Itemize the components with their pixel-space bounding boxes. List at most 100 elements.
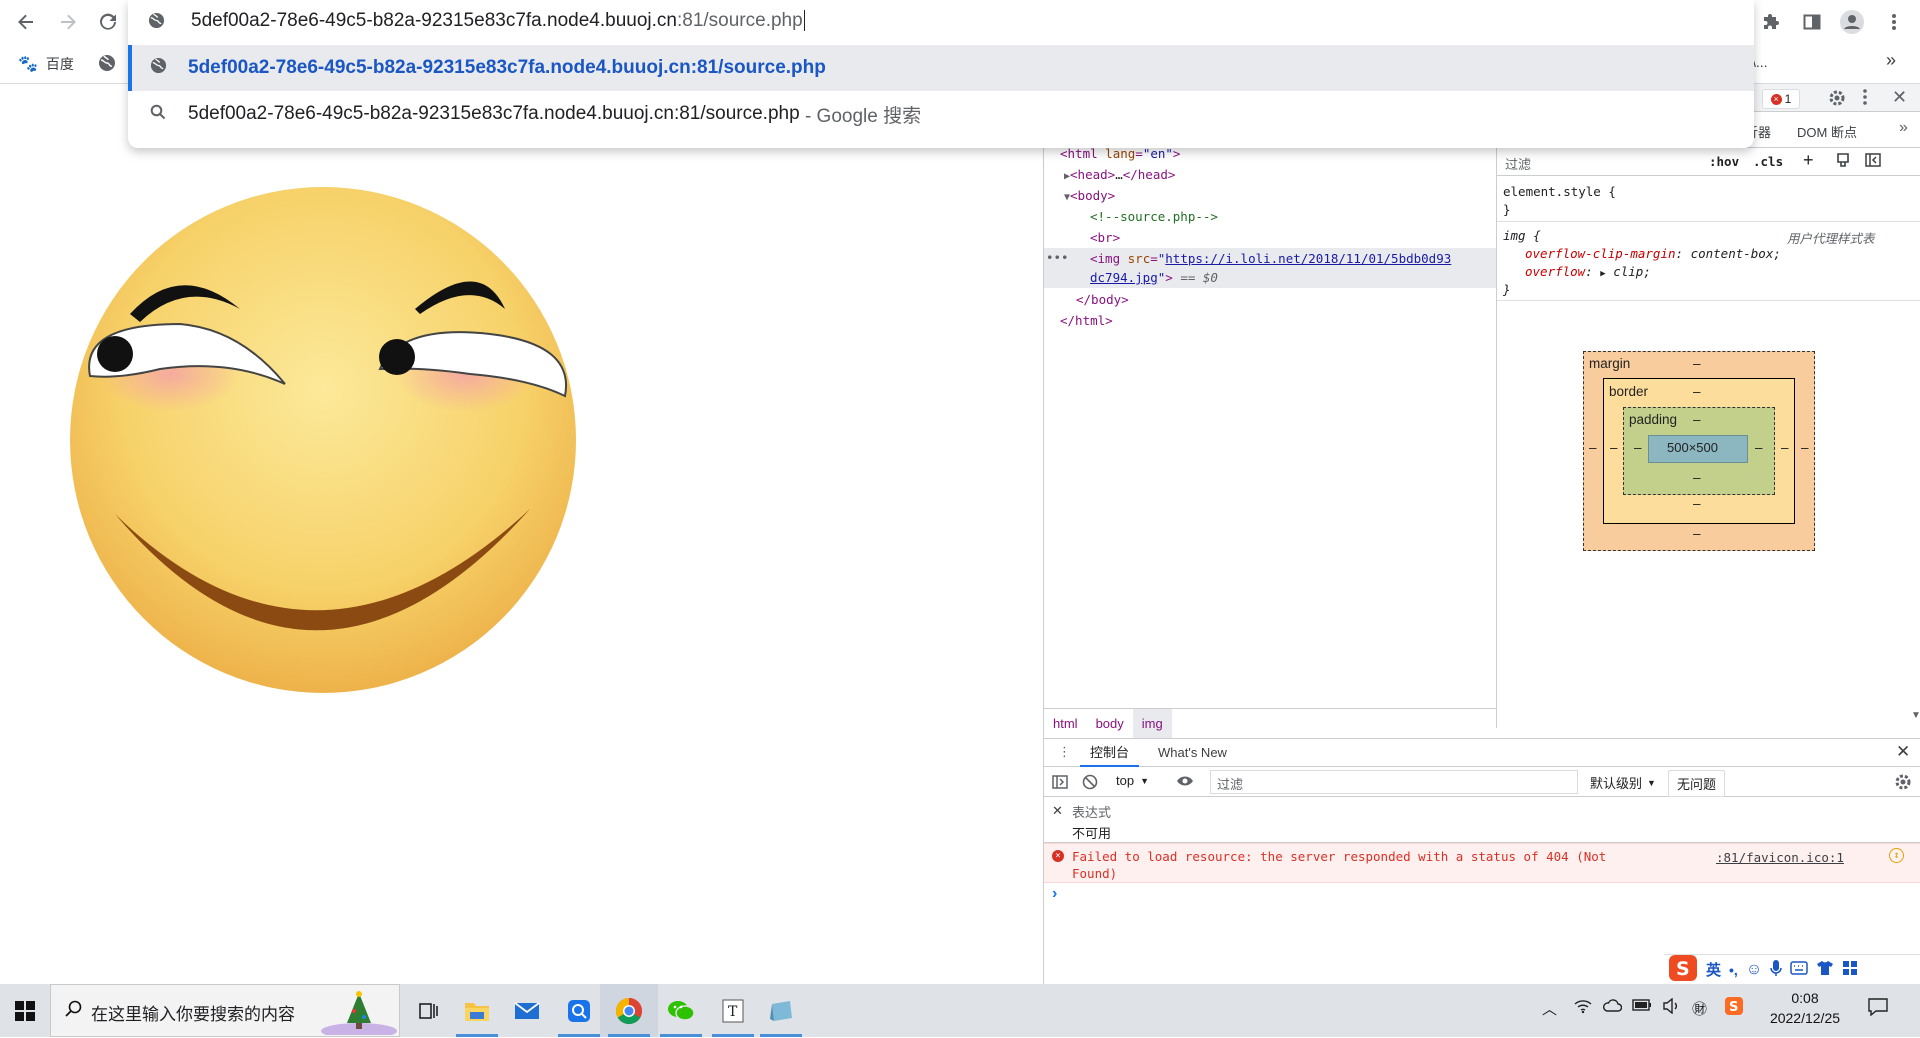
sogou-logo-icon[interactable]: S [1668, 954, 1698, 985]
back-icon[interactable] [12, 8, 40, 36]
close-drawer-icon[interactable]: ✕ [1896, 742, 1910, 762]
breadcrumb-img[interactable]: img [1132, 709, 1172, 738]
dom-node-br[interactable]: <br> [1090, 230, 1120, 245]
battery-icon[interactable] [1632, 998, 1652, 1015]
forward-icon[interactable] [54, 8, 82, 36]
dom-node-html-close[interactable]: </html> [1060, 313, 1113, 328]
context-label: top [1116, 773, 1135, 788]
live-expression: ✕ 表达式 不可用 [1044, 797, 1920, 843]
wechat-icon[interactable] [652, 984, 710, 1037]
error-text-line2: Found) [1072, 866, 1118, 881]
drawer-menu-icon[interactable]: ⋮ [1058, 744, 1071, 760]
node-actions-icon[interactable]: ••• [1046, 250, 1069, 265]
clear-console-icon[interactable] [1082, 774, 1098, 793]
mail-icon[interactable] [498, 984, 556, 1037]
search-placeholder: 在这里输入你要搜索的内容 [91, 1005, 295, 1024]
tab-whats-new[interactable]: What's New [1148, 739, 1237, 767]
console-settings-gear-icon[interactable] [1894, 773, 1912, 794]
sogou-tray-icon[interactable]: S [1724, 996, 1744, 1020]
console-filter-input[interactable]: 过滤 [1210, 770, 1578, 794]
console-drawer: ⋮ 控制台 What's New ✕ top ▼ 过滤 默认级别 ▼ 无问题 ✕… [1044, 738, 1920, 984]
volume-icon[interactable] [1662, 997, 1680, 1018]
ime-toolbar: S 英 •, ☺ [1664, 954, 1920, 984]
clock[interactable]: 0:08 2022/12/25 [1760, 990, 1850, 1026]
ime-toolbox-icon[interactable] [1842, 960, 1858, 979]
start-button[interactable] [0, 984, 50, 1037]
bookmark-globe-icon[interactable] [98, 54, 116, 75]
taskbar-search-box[interactable]: 在这里输入你要搜索的内容 [50, 984, 400, 1038]
box-model-diagram: margin – border – padding – 500×500 – – … [1497, 148, 1920, 551]
context-selector[interactable]: top ▼ [1116, 773, 1149, 788]
tab-dom-breakpoints[interactable]: DOM 断点 [1797, 122, 1857, 141]
settings-gear-icon[interactable] [1828, 89, 1846, 110]
selected-node-marker: == $0 [1180, 270, 1218, 285]
log-levels-dropdown[interactable]: 默认级别 ▼ [1590, 773, 1656, 792]
more-tabs-chevron[interactable]: » [1899, 119, 1908, 137]
network-request-icon[interactable]: ↕ [1889, 848, 1904, 863]
dom-node-head[interactable]: ▶<head>…</head> [1064, 167, 1175, 182]
onedrive-cloud-icon[interactable] [1602, 998, 1623, 1016]
img-src-link[interactable]: https://i.loli.net/2018/11/01/5bdb0d93 [1165, 251, 1451, 266]
address-input[interactable]: 5def00a2-78e6-49c5-b82a-92315e83c7fa.nod… [128, 0, 1754, 44]
globe-icon [148, 12, 165, 35]
devtools-menu-icon[interactable] [1862, 88, 1868, 109]
ime-voice-icon[interactable] [1770, 959, 1782, 980]
margin-bottom-value: – [1693, 526, 1701, 541]
reload-icon[interactable] [94, 8, 122, 36]
console-toolbar: top ▼ 过滤 默认级别 ▼ 无问题 [1044, 767, 1920, 797]
suggestion-suffix: - Google 搜索 [799, 105, 922, 127]
dom-node-html[interactable]: <html lang="en"> [1060, 146, 1180, 161]
chevron-down-icon: ▼ [1140, 775, 1149, 786]
live-expression-eye-icon[interactable] [1176, 773, 1194, 792]
bookmark-item-baidu[interactable]: 🐾 百度 [18, 54, 74, 74]
error-count: 1 [1784, 92, 1792, 106]
wifi-icon[interactable] [1574, 998, 1592, 1018]
log-levels-label: 默认级别 [1590, 776, 1643, 791]
menu-kebab-icon[interactable] [1880, 8, 1908, 36]
notifications-icon[interactable] [1868, 998, 1888, 1020]
clock-date: 2022/12/25 [1769, 1010, 1841, 1026]
issues-button[interactable]: 无问题 [1668, 770, 1726, 797]
bookmarks-overflow[interactable]: \... [1752, 54, 1768, 70]
svg-text:T: T [728, 1004, 738, 1020]
dom-node-comment[interactable]: <!--source.php--> [1090, 209, 1218, 224]
remove-expression-icon[interactable]: ✕ [1052, 803, 1063, 819]
error-counter[interactable]: × 1 [1762, 89, 1800, 109]
padding-right-value: – [1755, 440, 1763, 455]
smiley-image[interactable] [60, 164, 580, 704]
error-source-link[interactable]: :81/favicon.ico:1 [1716, 850, 1844, 865]
bookmarks-chevron[interactable]: » [1886, 50, 1896, 71]
error-text-line1: Failed to load resource: the server resp… [1072, 849, 1607, 864]
border-left-value: – [1610, 440, 1618, 455]
extensions-icon[interactable] [1758, 8, 1786, 36]
ime-mode-icon[interactable]: ㊖ [1692, 998, 1707, 1019]
suggestion-row-search[interactable]: 5def00a2-78e6-49c5-b82a-92315e83c7fa.nod… [128, 91, 1754, 137]
chrome-icon[interactable] [600, 984, 658, 1037]
dom-node-body-close[interactable]: </body> [1076, 292, 1129, 307]
suggestion-row-selected[interactable]: 5def00a2-78e6-49c5-b82a-92315e83c7fa.nod… [128, 45, 1754, 91]
ime-emoji-icon[interactable]: ☺ [1746, 961, 1762, 979]
elements-tree: <html lang="en"> ▶<head>…</head> ▼<body>… [1044, 140, 1496, 660]
side-panel-icon[interactable] [1798, 8, 1826, 36]
scroll-down-arrow[interactable]: ▼ [1911, 710, 1920, 721]
profile-avatar[interactable] [1838, 8, 1866, 36]
close-devtools-icon[interactable]: ✕ [1892, 87, 1907, 108]
ime-punctuation-toggle[interactable]: •, [1729, 962, 1738, 978]
breadcrumb-body[interactable]: body [1087, 716, 1133, 731]
ime-language-toggle[interactable]: 英 [1706, 959, 1721, 980]
show-hidden-icons-chevron[interactable]: ︿ [1542, 998, 1557, 1019]
console-error-message: × Failed to load resource: the server re… [1044, 843, 1920, 883]
breadcrumb-html[interactable]: html [1044, 716, 1087, 731]
notes-app-icon[interactable] [752, 984, 810, 1037]
baidu-paw-icon: 🐾 [18, 56, 38, 73]
dom-node-body[interactable]: ▼<body> [1064, 188, 1115, 203]
ime-keyboard-icon[interactable] [1790, 961, 1808, 978]
ime-skin-icon[interactable] [1816, 960, 1834, 979]
img-src-link-cont[interactable]: dc794.jpg [1090, 270, 1158, 285]
globe-icon [128, 57, 188, 79]
expression-label[interactable]: 表达式 [1072, 802, 1111, 821]
sidebar-toggle-icon[interactable] [1052, 774, 1068, 793]
tab-console[interactable]: 控制台 [1080, 739, 1140, 767]
console-prompt[interactable]: › [1052, 885, 1057, 903]
dom-node-img-selected[interactable]: ••• <img src="https://i.loli.net/2018/11… [1044, 248, 1496, 288]
